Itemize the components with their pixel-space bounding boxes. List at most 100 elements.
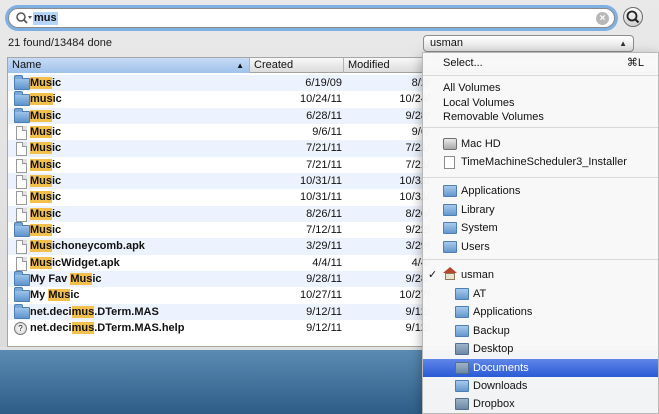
folder-icon — [14, 222, 30, 238]
file-name: net.decimus.DTerm.MAS — [30, 304, 159, 320]
scope-popup-button[interactable]: usman ▲ — [423, 35, 634, 52]
file-name-prefix: My Fav — [30, 273, 71, 286]
file-name: Music — [30, 140, 61, 156]
file-name: My Music — [30, 287, 80, 303]
file-name-suffix: ic — [52, 77, 62, 89]
menu-item-folder[interactable]: Library — [423, 201, 658, 219]
modified-date: 8/26/ — [405, 207, 430, 220]
menu-item-folder[interactable]: Users — [423, 238, 658, 256]
file-name: Music — [30, 189, 61, 205]
modified-date: 10/31/ — [399, 175, 430, 188]
created-date: 9/6/11 — [312, 126, 342, 139]
file-name: music — [30, 91, 62, 107]
menu-item-select[interactable]: Select... ⌘L — [423, 54, 658, 72]
created-date: 7/12/11 — [306, 224, 342, 237]
folder-icon — [443, 240, 457, 253]
file-name-suffix: icWidget.apk — [52, 256, 120, 269]
created-date: 10/31/11 — [299, 191, 342, 204]
modified-date: 9/28/ — [405, 273, 430, 286]
document-icon — [14, 142, 30, 157]
file-name-suffix: ic — [52, 207, 62, 220]
menu-item-folder[interactable]: Applications — [423, 182, 658, 200]
file-name-suffix: ic — [70, 289, 80, 302]
folder-icon — [455, 380, 469, 392]
menu-item-drive[interactable]: TimeMachineScheduler3_Installer — [423, 153, 658, 171]
column-header-name[interactable]: Name ▲ — [8, 58, 250, 73]
menu-item-home-folder[interactable]: Backup — [423, 322, 658, 340]
created-date: 9/12/11 — [306, 305, 342, 318]
menu-item-home-folder[interactable]: Dropbox — [423, 395, 658, 413]
document-icon — [14, 158, 30, 173]
file-name-suffix: ic — [52, 224, 62, 237]
menu-item-home-folder[interactable]: Desktop — [423, 340, 658, 358]
document-icon — [14, 126, 30, 141]
file-name-match: Mus — [30, 240, 52, 253]
folder-icon — [14, 287, 30, 303]
file-name-match: Mus — [30, 256, 52, 269]
folder-icon — [14, 271, 30, 287]
menu-item-home-folder[interactable]: Documents — [423, 358, 658, 377]
menu-item-folder[interactable]: System — [423, 219, 658, 237]
menu-item-drive-label: Mac HD — [461, 138, 501, 150]
document-icon — [14, 175, 30, 190]
file-name-match: Mus — [70, 273, 93, 286]
menu-item-home-folder[interactable]: Downloads — [423, 377, 658, 395]
created-date: 3/29/11 — [306, 240, 342, 253]
document-icon — [14, 191, 30, 206]
menu-item-volume[interactable]: Removable Volumes — [423, 108, 658, 126]
clear-search-icon[interactable]: × — [596, 12, 609, 25]
file-name-prefix: net.deci — [30, 322, 72, 335]
file-name-suffix: ic — [52, 175, 62, 188]
hard-drive-icon — [443, 138, 457, 150]
modified-date: 7/21/ — [405, 142, 430, 155]
menu-item-home-folder-label: Backup — [473, 324, 510, 337]
menu-item-home-folder-label: Applications — [473, 306, 533, 319]
sort-ascending-icon: ▲ — [236, 61, 244, 70]
menu-item-home-folder[interactable]: AT — [423, 285, 658, 303]
file-name: Musichoneycomb.apk — [30, 238, 145, 254]
column-header-modified[interactable]: Modified — [344, 58, 434, 73]
file-name: net.decimus.DTerm.MAS.help — [30, 320, 184, 336]
search-field[interactable]: mus × — [8, 8, 615, 28]
menu-item-drive[interactable]: Mac HD — [423, 135, 658, 153]
folder-icon — [455, 306, 469, 319]
search-input[interactable]: mus — [33, 12, 58, 25]
document-icon — [14, 256, 30, 271]
menu-separator — [423, 177, 658, 178]
search-options-icon[interactable] — [15, 11, 33, 25]
file-name: Music — [30, 222, 61, 238]
file-name-suffix: .DTerm.MAS.help — [94, 322, 185, 335]
search-status: 21 found/13484 done — [8, 37, 112, 49]
menu-item-folder-label: System — [461, 222, 498, 234]
file-name: Music — [30, 75, 61, 91]
file-name-suffix: ic — [92, 273, 102, 286]
menu-item-home[interactable]: ✓ usman — [423, 266, 658, 284]
file-name-match: Mus — [30, 158, 52, 171]
folder-icon — [455, 288, 469, 300]
file-name-match: Mus — [30, 175, 52, 188]
file-name-match: mus — [30, 93, 53, 106]
file-name: Music — [30, 108, 61, 124]
menu-item-home-label: usman — [461, 269, 495, 281]
file-name-suffix: ic — [52, 191, 62, 204]
created-date: 9/28/11 — [306, 273, 342, 286]
file-name-prefix: net.deci — [30, 305, 72, 318]
column-header-created[interactable]: Created — [250, 58, 344, 73]
search-button[interactable] — [623, 7, 643, 27]
folder-icon — [455, 398, 469, 411]
shortcut-label: ⌘L — [626, 57, 644, 69]
file-name-match: Mus — [30, 191, 52, 204]
scope-popup-menu: Select... ⌘L All Volumes Local Volumes Remov… — [422, 52, 659, 414]
created-date: 8/26/11 — [306, 207, 342, 220]
file-name-match: Mus — [30, 142, 52, 155]
folder-icon — [455, 324, 469, 337]
modified-date: 8/2/ — [411, 77, 430, 89]
created-date: 10/27/11 — [299, 289, 342, 302]
menu-separator — [423, 127, 658, 128]
menu-item-home-folder-label: AT — [473, 288, 487, 300]
folder-icon — [14, 303, 30, 319]
file-name-suffix: ic — [52, 142, 62, 155]
document-icon — [14, 207, 30, 222]
menu-item-home-folder[interactable]: Applications — [423, 303, 658, 321]
file-name-suffix: ic — [52, 158, 62, 171]
